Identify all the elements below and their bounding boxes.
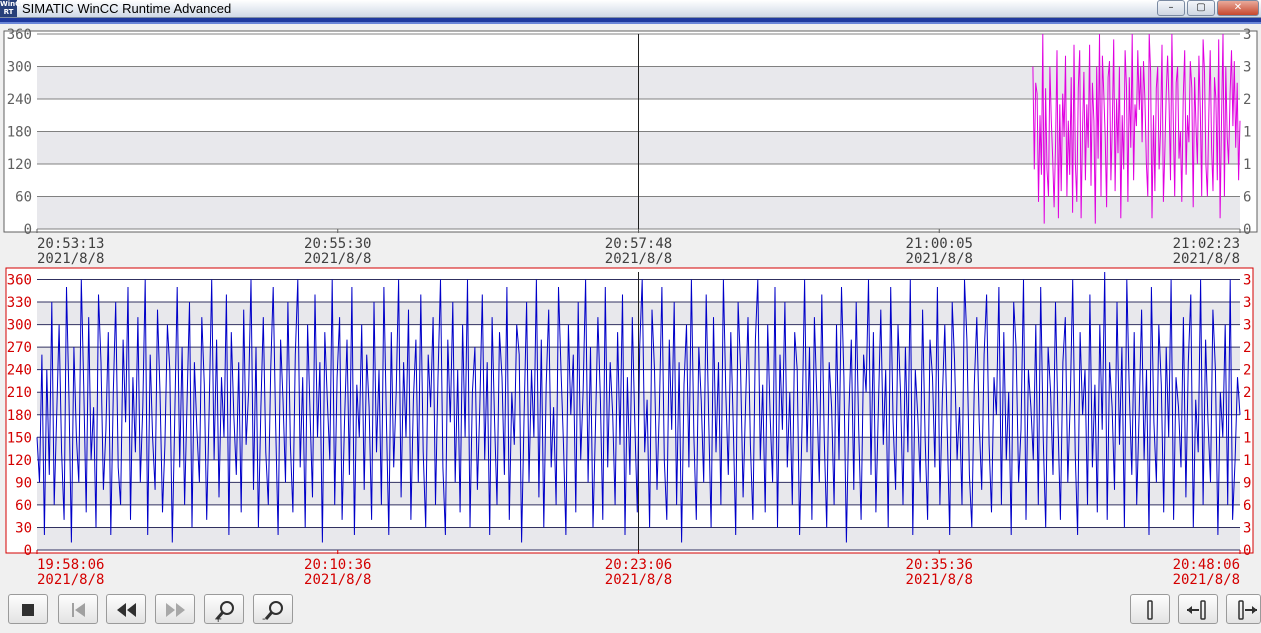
trend-view: 360 3300 3240 2180 1120 160 60 020:53:132021/8/… xyxy=(3,27,1258,588)
y-tick-label: 0 xyxy=(24,222,32,238)
y-tick-label: 120 xyxy=(7,453,32,469)
y-tick-label: 360 xyxy=(7,27,32,43)
ruler-back-icon xyxy=(1187,600,1206,620)
x-tick-time: 20:53:13 xyxy=(37,236,104,252)
y2-tick-label: 3 xyxy=(1243,520,1251,536)
ruler-forward-button[interactable] xyxy=(1226,594,1261,624)
zoom-out-button[interactable]: - xyxy=(253,594,293,624)
y-tick-label: 360 xyxy=(7,273,32,289)
rewind-icon xyxy=(117,603,136,617)
scroll-forward-button[interactable] xyxy=(155,594,195,624)
y-tick-label: 300 xyxy=(7,318,32,334)
stop-icon xyxy=(22,604,34,616)
y-tick-label: 90 xyxy=(15,475,32,491)
y2-tick-label: 2 xyxy=(1243,340,1251,356)
trend-toolbar: + - xyxy=(0,590,1261,633)
x-tick-time: 21:00:05 xyxy=(906,236,973,252)
svg-text:-: - xyxy=(262,612,266,623)
y2-tick-label: 6 xyxy=(1243,498,1251,514)
y-tick-label: 60 xyxy=(15,498,32,514)
x-tick-date: 2021/8/8 xyxy=(906,572,973,588)
y2-tick-label: 3 xyxy=(1243,318,1251,334)
y2-tick-label: 0 xyxy=(1243,543,1251,559)
x-tick-date: 2021/8/8 xyxy=(1173,572,1240,588)
y-tick-label: 240 xyxy=(7,92,32,108)
y2-tick-label: 2 xyxy=(1243,363,1251,379)
wincc-app-icon: WinCC RT xyxy=(0,0,26,17)
scroll-back-button[interactable] xyxy=(106,594,146,624)
y-tick-label: 150 xyxy=(7,430,32,446)
x-tick-time: 21:02:23 xyxy=(1173,236,1240,252)
y2-tick-label: 0 xyxy=(1243,222,1251,238)
y2-tick-label: 1 xyxy=(1243,157,1251,173)
ruler-button[interactable] xyxy=(1130,594,1170,624)
x-tick-date: 2021/8/8 xyxy=(1173,251,1240,267)
svg-text:+: + xyxy=(214,614,222,623)
y2-tick-label: 1 xyxy=(1243,125,1251,141)
fast-forward-icon xyxy=(166,603,185,617)
stop-button[interactable] xyxy=(8,594,48,624)
ruler-forward-icon xyxy=(1238,600,1257,620)
accent-bar-light xyxy=(0,22,1261,24)
y-tick-label: 330 xyxy=(7,295,32,311)
y2-tick-label: 3 xyxy=(1243,60,1251,76)
zoom-in-icon: + xyxy=(214,601,234,623)
y2-tick-label: 1 xyxy=(1243,453,1251,469)
x-tick-time: 20:10:36 xyxy=(304,557,371,573)
title-bar: WinCC RT SIMATIC WinCC Runtime Advanced … xyxy=(0,0,1261,18)
x-tick-time: 20:57:48 xyxy=(605,236,672,252)
maximize-button[interactable]: ▢ xyxy=(1187,0,1215,16)
minimize-button[interactable]: – xyxy=(1157,0,1185,16)
ruler-back-button[interactable] xyxy=(1178,594,1218,624)
skip-to-start-icon xyxy=(72,603,85,617)
y2-tick-label: 2 xyxy=(1243,385,1251,401)
y-tick-label: 300 xyxy=(7,60,32,76)
y2-tick-label: 1 xyxy=(1243,408,1251,424)
x-tick-time: 20:55:30 xyxy=(304,236,371,252)
zoom-in-button[interactable]: + xyxy=(204,594,244,624)
y-tick-label: 180 xyxy=(7,408,32,424)
x-tick-date: 2021/8/8 xyxy=(605,572,672,588)
y2-tick-label: 6 xyxy=(1243,190,1251,206)
y2-tick-label: 9 xyxy=(1243,475,1251,491)
y-tick-label: 270 xyxy=(7,340,32,356)
y-tick-label: 210 xyxy=(7,385,32,401)
y-tick-label: 120 xyxy=(7,157,32,173)
y2-tick-label: 3 xyxy=(1243,27,1251,43)
y2-tick-label: 3 xyxy=(1243,295,1251,311)
x-tick-date: 2021/8/8 xyxy=(605,251,672,267)
ruler-icon xyxy=(1147,600,1153,620)
y2-tick-label: 2 xyxy=(1243,92,1251,108)
y-tick-label: 240 xyxy=(7,363,32,379)
y-tick-label: 0 xyxy=(24,543,32,559)
close-button[interactable]: ✕ xyxy=(1217,0,1259,16)
x-tick-date: 2021/8/8 xyxy=(906,251,973,267)
window-title: SIMATIC WinCC Runtime Advanced xyxy=(22,1,232,16)
x-tick-date: 2021/8/8 xyxy=(304,572,371,588)
x-tick-time: 20:23:06 xyxy=(605,557,672,573)
x-tick-date: 2021/8/8 xyxy=(37,251,104,267)
x-tick-time: 20:35:36 xyxy=(906,557,973,573)
window-controls: – ▢ ✕ xyxy=(1157,0,1259,16)
to-start-button[interactable] xyxy=(58,594,98,624)
y-tick-label: 60 xyxy=(15,190,32,206)
y2-tick-label: 1 xyxy=(1243,430,1251,446)
zoom-out-icon: - xyxy=(262,601,283,623)
x-tick-time: 19:58:06 xyxy=(37,557,104,573)
y2-tick-label: 3 xyxy=(1243,273,1251,289)
x-tick-date: 2021/8/8 xyxy=(37,572,104,588)
y-tick-label: 180 xyxy=(7,125,32,141)
x-tick-time: 20:48:06 xyxy=(1173,557,1240,573)
x-tick-date: 2021/8/8 xyxy=(304,251,371,267)
y-tick-label: 30 xyxy=(15,520,32,536)
